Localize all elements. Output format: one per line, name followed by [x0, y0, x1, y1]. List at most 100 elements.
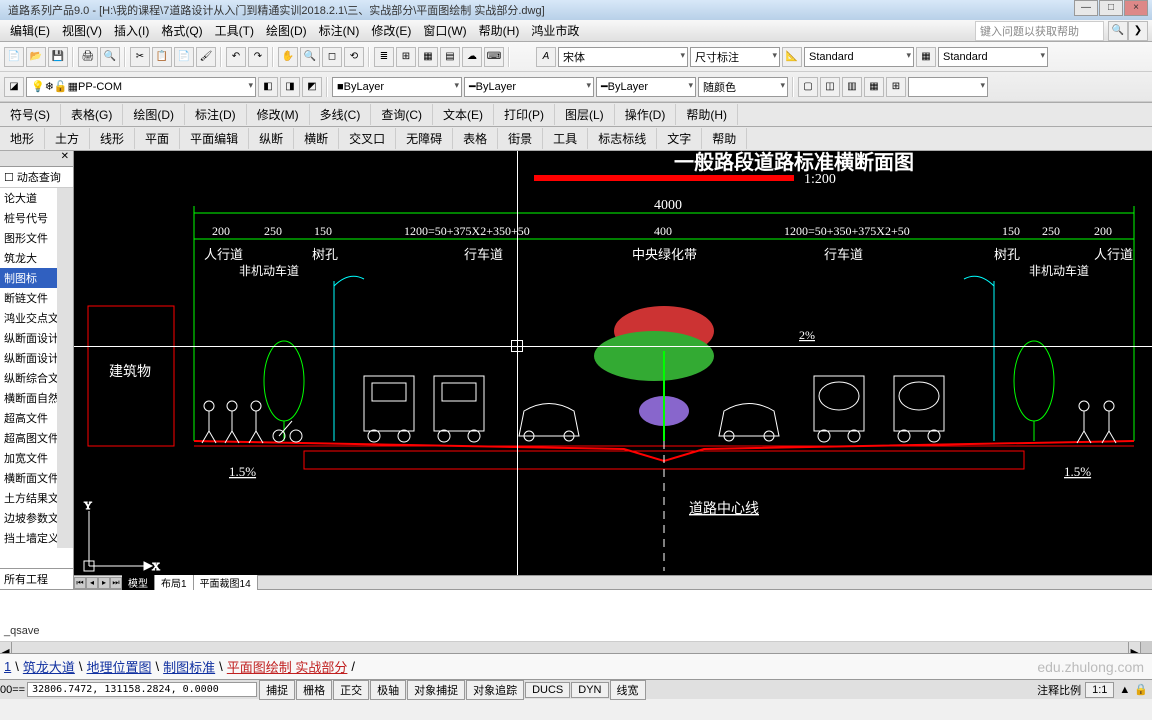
panel-footer[interactable]: 所有工程: [0, 568, 73, 589]
tab2-alignment[interactable]: 线形: [90, 128, 135, 149]
tab-mline[interactable]: 多线(C): [310, 104, 372, 125]
print-icon[interactable]: 🖨: [78, 47, 98, 67]
calc-icon[interactable]: ⌨: [484, 47, 504, 67]
file-tab[interactable]: 筑龙大道: [19, 655, 79, 678]
tab2-plan[interactable]: 平面: [135, 128, 180, 149]
help-search[interactable]: 键入问题以获取帮助: [975, 21, 1104, 41]
plotstyle-combo[interactable]: 随颜色: [698, 77, 788, 97]
copy-icon[interactable]: 📋: [152, 47, 172, 67]
tab-first-icon[interactable]: ⏮: [74, 577, 86, 589]
layout-tab-model[interactable]: 模型: [122, 575, 155, 590]
tab-prev-icon[interactable]: ◂: [86, 577, 98, 589]
tab-text[interactable]: 文本(E): [433, 104, 494, 125]
dyn-toggle[interactable]: DYN: [571, 682, 608, 698]
otrack-toggle[interactable]: 对象追踪: [466, 680, 524, 700]
tree-item[interactable]: 超高图文件: [0, 428, 57, 448]
tab2-profile[interactable]: 纵断: [249, 128, 294, 149]
tree-item[interactable]: 筑龙大: [0, 248, 57, 268]
tree-item[interactable]: 横断面文件: [0, 468, 57, 488]
tab-draw[interactable]: 绘图(D): [123, 104, 185, 125]
tab-dim[interactable]: 标注(D): [185, 104, 247, 125]
tree-item[interactable]: 桩号代号: [0, 208, 57, 228]
tab2-help[interactable]: 帮助: [702, 128, 747, 149]
layer-combo[interactable]: 💡❄🔓▦ PP-COM: [26, 77, 256, 97]
tab-symbol[interactable]: 符号(S): [0, 104, 61, 125]
ortho-toggle[interactable]: 正交: [333, 680, 369, 700]
maximize-button[interactable]: □: [1099, 0, 1123, 16]
tree-item[interactable]: 超高文件: [0, 408, 57, 428]
tree-item[interactable]: 边坡参数文: [0, 508, 57, 528]
menu-tools[interactable]: 工具(T): [209, 20, 260, 41]
save-icon[interactable]: 💾: [48, 47, 68, 67]
dimstyle-icon[interactable]: 📐: [782, 47, 802, 67]
panel-close-icon[interactable]: ✕: [0, 151, 73, 167]
layer-manager-icon[interactable]: ◪: [4, 77, 24, 97]
layout-tab[interactable]: 平面裁图14: [194, 575, 258, 590]
menu-dimension[interactable]: 标注(N): [313, 20, 366, 41]
anno-icon[interactable]: ▲: [1119, 684, 1130, 696]
tab2-text[interactable]: 文字: [657, 128, 702, 149]
tree-item[interactable]: 纵断面设计: [0, 328, 57, 348]
design-center-icon[interactable]: ⊞: [396, 47, 416, 67]
layout-tab[interactable]: 布局1: [155, 575, 194, 590]
tab-ops[interactable]: 操作(D): [615, 104, 677, 125]
viewport-4-icon[interactable]: ▦: [864, 77, 884, 97]
tree-item[interactable]: 图形文件: [0, 228, 57, 248]
props-icon[interactable]: ≣: [374, 47, 394, 67]
tab-last-icon[interactable]: ⏭: [110, 577, 122, 589]
menu-window[interactable]: 窗口(W): [417, 20, 472, 41]
tree-item[interactable]: 纵断面设计: [0, 348, 57, 368]
tab2-street[interactable]: 街景: [498, 128, 543, 149]
tab2-cross[interactable]: 横断: [294, 128, 339, 149]
tool-palette-icon[interactable]: ▦: [418, 47, 438, 67]
tree-item[interactable]: 横断面自然: [0, 388, 57, 408]
project-tree[interactable]: 论大道 桩号代号 图形文件 筑龙大 制图标 断链文件 鸿业交点文 纵断面设计 纵…: [0, 188, 73, 548]
help-go-icon[interactable]: 🔍: [1108, 21, 1128, 41]
markup-icon[interactable]: ☁: [462, 47, 482, 67]
viewport-3-icon[interactable]: ▥: [842, 77, 862, 97]
match-icon[interactable]: 🖌: [196, 47, 216, 67]
viewport-1-icon[interactable]: ▢: [798, 77, 818, 97]
pan-icon[interactable]: ✋: [278, 47, 298, 67]
font-combo[interactable]: 宋体: [558, 47, 688, 67]
snap-toggle[interactable]: 捕捉: [259, 680, 295, 700]
ducs-toggle[interactable]: DUCS: [525, 682, 570, 698]
command-history[interactable]: _qsave: [0, 590, 1152, 641]
viewport-scale-combo[interactable]: [908, 77, 988, 97]
osnap-toggle[interactable]: 对象捕捉: [407, 680, 465, 700]
tab2-terrain[interactable]: 地形: [0, 128, 45, 149]
tree-item[interactable]: 挡土墙定义: [0, 528, 57, 548]
tab-table[interactable]: 表格(G): [61, 104, 123, 125]
layer-prev-icon[interactable]: ◧: [258, 77, 278, 97]
menu-modify[interactable]: 修改(E): [365, 20, 417, 41]
std-combo-1[interactable]: Standard: [804, 47, 914, 67]
zoom-window-icon[interactable]: ◻: [322, 47, 342, 67]
tab2-tools[interactable]: 工具: [543, 128, 588, 149]
tree-item[interactable]: 论大道: [0, 188, 57, 208]
linetype-combo[interactable]: ━ ByLayer: [464, 77, 594, 97]
tab-modify[interactable]: 修改(M): [247, 104, 310, 125]
layer-match-icon[interactable]: ◩: [302, 77, 322, 97]
minimize-button[interactable]: —: [1074, 0, 1098, 16]
grid-toggle[interactable]: 栅格: [296, 680, 332, 700]
file-tab-active[interactable]: 平面图绘制 实战部分: [223, 655, 352, 678]
anno-lock-icon[interactable]: 🔒: [1134, 683, 1148, 696]
tab2-earthwork[interactable]: 土方: [45, 128, 90, 149]
anno-scale[interactable]: 1:1: [1085, 682, 1114, 698]
viewport-5-icon[interactable]: ⊞: [886, 77, 906, 97]
tab-query[interactable]: 查询(C): [371, 104, 433, 125]
tab-next-icon[interactable]: ▸: [98, 577, 110, 589]
preview-icon[interactable]: 🔍: [100, 47, 120, 67]
tree-item[interactable]: 加宽文件: [0, 448, 57, 468]
menu-draw[interactable]: 绘图(D): [260, 20, 313, 41]
close-button[interactable]: ×: [1124, 0, 1148, 16]
tree-item[interactable]: 断链文件: [0, 288, 57, 308]
menu-hongye[interactable]: 鸿业市政: [525, 20, 585, 41]
file-tab[interactable]: 1: [0, 657, 15, 676]
open-icon[interactable]: 📂: [26, 47, 46, 67]
tab-layer[interactable]: 图层(L): [555, 104, 615, 125]
command-scrollbar[interactable]: ◂ ▸: [0, 641, 1152, 653]
new-icon[interactable]: 📄: [4, 47, 24, 67]
tree-item-selected[interactable]: 制图标: [0, 268, 57, 288]
tab2-barrier[interactable]: 无障碍: [396, 128, 453, 149]
